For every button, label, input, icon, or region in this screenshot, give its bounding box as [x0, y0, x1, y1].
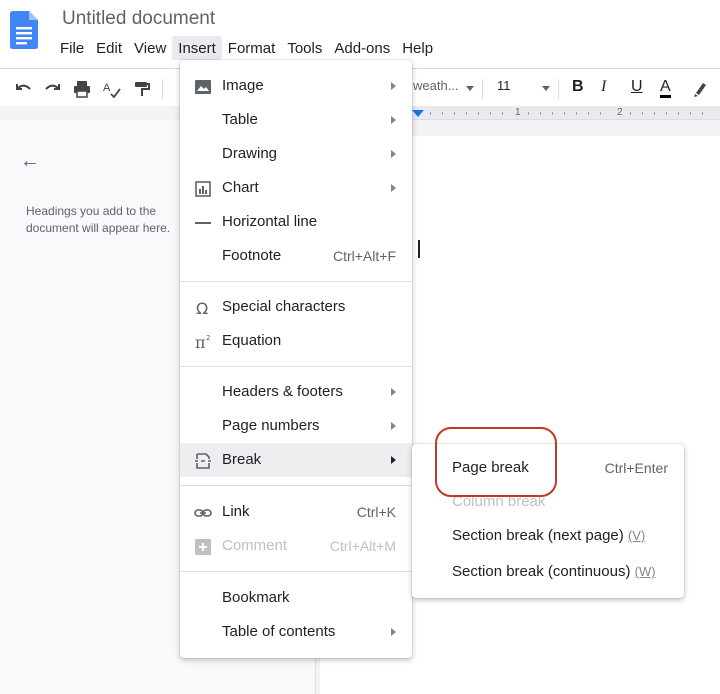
- menu-item-drawing[interactable]: Drawing: [180, 137, 412, 171]
- menu-item-table-of-contents[interactable]: Table of contents: [180, 615, 412, 649]
- menu-item-bookmark[interactable]: Bookmark: [180, 581, 412, 615]
- submenu-item-label: Section break (next page): [452, 527, 624, 544]
- submenu-item-section-break-next-page[interactable]: Section break (next page) (V): [412, 519, 684, 553]
- menu-help[interactable]: Help: [396, 36, 439, 60]
- menu-separator: [180, 281, 412, 282]
- svg-text:A: A: [103, 82, 111, 94]
- menu-bar: File Edit View Insert Format Tools Add-o…: [54, 36, 439, 60]
- link-icon: [194, 509, 212, 517]
- font-dropdown-caret-icon[interactable]: [466, 86, 474, 91]
- document-title[interactable]: Untitled document: [62, 8, 215, 30]
- text-cursor: [418, 240, 420, 258]
- paint-format-icon[interactable]: [132, 79, 152, 99]
- ruler[interactable]: 1 2: [410, 106, 720, 120]
- insert-menu: Image Table Drawing Chart Horizontal lin…: [180, 60, 412, 658]
- menu-separator: [180, 571, 412, 572]
- menu-item-comment[interactable]: Comment Ctrl+Alt+M: [180, 529, 412, 563]
- submenu-item-page-break[interactable]: Page break Ctrl+Enter: [412, 451, 684, 485]
- menu-item-special-characters[interactable]: Ω Special characters: [180, 290, 412, 324]
- submenu-arrow-icon: [391, 82, 396, 90]
- menu-item-chart[interactable]: Chart: [180, 171, 412, 205]
- menu-edit[interactable]: Edit: [90, 36, 128, 60]
- menu-separator: [180, 366, 412, 367]
- outline-empty-hint: Headings you add to the document will ap…: [26, 204, 171, 235]
- ruler-number: 1: [515, 107, 521, 118]
- bold-button[interactable]: B: [572, 78, 584, 96]
- font-size-dropdown[interactable]: 11: [497, 78, 511, 93]
- menu-item-table[interactable]: Table: [180, 103, 412, 137]
- chart-icon: [195, 181, 211, 197]
- menu-addons[interactable]: Add-ons: [328, 36, 396, 60]
- menu-item-horizontal-line[interactable]: Horizontal line: [180, 205, 412, 239]
- font-size-caret-icon[interactable]: [542, 86, 550, 91]
- undo-icon[interactable]: [14, 79, 34, 99]
- menu-item-headers-footers[interactable]: Headers & footers: [180, 375, 412, 409]
- menu-format[interactable]: Format: [222, 36, 282, 60]
- ruler-number: 2: [617, 107, 623, 118]
- submenu-arrow-icon: [391, 628, 396, 636]
- add-comment-icon: [195, 539, 211, 555]
- pi-icon: π2: [195, 333, 210, 351]
- menu-separator: [180, 485, 412, 486]
- spellcheck-icon[interactable]: A: [102, 79, 122, 99]
- menu-tools[interactable]: Tools: [281, 36, 328, 60]
- menu-view[interactable]: View: [128, 36, 172, 60]
- redo-icon[interactable]: [42, 79, 62, 99]
- shortcut-label: Ctrl+Alt+M: [329, 538, 396, 554]
- toolbar-divider: [482, 79, 483, 99]
- break-submenu: Page break Ctrl+Enter Column break Secti…: [412, 444, 684, 598]
- indent-marker-icon[interactable]: [412, 110, 424, 117]
- menu-item-footnote[interactable]: Footnote Ctrl+Alt+F: [180, 239, 412, 273]
- menu-file[interactable]: File: [54, 36, 90, 60]
- access-key-hint: (V): [627, 528, 646, 543]
- svg-text:2: 2: [206, 334, 210, 342]
- menu-item-break[interactable]: Break: [180, 443, 412, 477]
- menu-item-link[interactable]: Link Ctrl+K: [180, 495, 412, 529]
- menu-insert[interactable]: Insert: [172, 36, 222, 60]
- horizontal-line-icon: [195, 222, 211, 224]
- shortcut-label: Ctrl+K: [356, 504, 396, 520]
- svg-text:Ω: Ω: [196, 299, 208, 317]
- underline-button[interactable]: U: [631, 78, 643, 96]
- font-family-dropdown[interactable]: weath...: [413, 78, 459, 93]
- submenu-arrow-icon: [391, 184, 396, 192]
- submenu-item-section-break-continuous[interactable]: Section break (continuous) (W): [412, 555, 684, 589]
- submenu-arrow-icon: [391, 422, 396, 430]
- shortcut-label: Ctrl+Enter: [604, 460, 668, 476]
- submenu-arrow-icon: [391, 116, 396, 124]
- close-outline-arrow-icon[interactable]: ←: [20, 150, 40, 173]
- submenu-item-label: Section break (continuous): [452, 563, 631, 580]
- submenu-item-column-break[interactable]: Column break: [412, 485, 684, 519]
- access-key-hint: (W): [634, 564, 656, 579]
- print-icon[interactable]: [72, 79, 92, 99]
- svg-text:π: π: [195, 333, 206, 351]
- toolbar-divider: [558, 79, 559, 99]
- submenu-arrow-icon: [391, 388, 396, 396]
- menu-item-page-numbers[interactable]: Page numbers: [180, 409, 412, 443]
- menu-item-image[interactable]: Image: [180, 69, 412, 103]
- page-break-icon: [195, 453, 211, 469]
- submenu-arrow-icon: [391, 150, 396, 158]
- menu-item-equation[interactable]: π2 Equation: [180, 324, 412, 358]
- docs-logo-icon[interactable]: [10, 11, 38, 49]
- text-color-button[interactable]: A: [660, 78, 671, 98]
- submenu-arrow-icon: [391, 456, 396, 464]
- shortcut-label: Ctrl+Alt+F: [332, 248, 396, 264]
- toolbar-divider: [162, 79, 163, 99]
- italic-button[interactable]: I: [601, 78, 606, 96]
- omega-icon: Ω: [196, 299, 208, 317]
- image-icon: [195, 80, 211, 94]
- highlight-color-icon[interactable]: [690, 79, 710, 99]
